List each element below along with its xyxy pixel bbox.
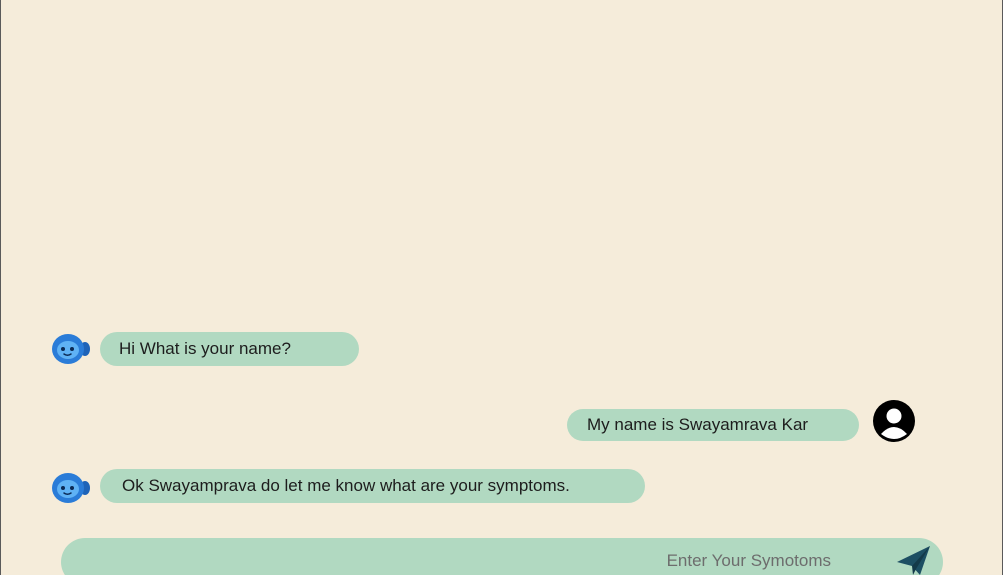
message-composer	[61, 538, 943, 575]
message-bubble-user: My name is Swayamrava Kar	[567, 409, 859, 441]
symptoms-input[interactable]	[91, 546, 831, 575]
robot-icon	[52, 473, 90, 503]
message-bubble-bot: Ok Swayamprava do let me know what are y…	[100, 469, 645, 503]
message-bubble-bot: Hi What is your name?	[100, 332, 359, 366]
robot-icon	[52, 334, 90, 364]
paper-plane-icon[interactable]	[895, 544, 933, 575]
user-icon	[873, 400, 915, 442]
window-border-left	[0, 0, 1, 575]
